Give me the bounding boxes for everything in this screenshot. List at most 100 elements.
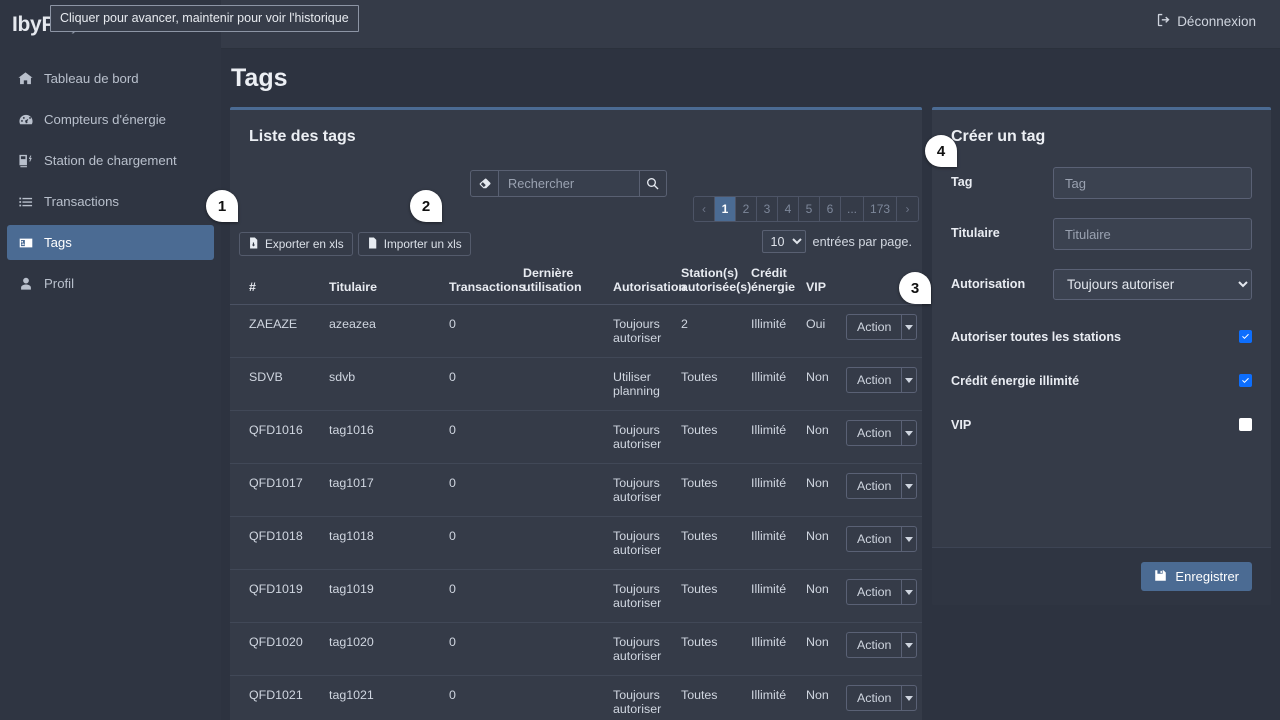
cell-id: QFD1019 (230, 569, 324, 623)
entries-per-page-select[interactable]: 10 25 50 100 (761, 230, 806, 253)
col-header-id: # (230, 262, 324, 305)
action-dropdown-toggle[interactable] (901, 579, 917, 605)
cell-credit: Illimité (746, 622, 801, 676)
cell-actions: Action (841, 622, 922, 676)
create-tag-card: Créer un tag Tag Titulaire Autorisation … (932, 107, 1271, 605)
cell-titulaire: tag1017 (324, 463, 444, 517)
table-row: ZAEAZE azeazea 0 Toujours autoriser 2 Illimit… (230, 304, 922, 358)
col-header-stations-autorisees: Station(s) autorisée(s) (676, 262, 751, 305)
sidebar-item-transactions[interactable]: Transactions (7, 184, 214, 219)
cell-actions: Action (841, 357, 922, 411)
list-icon (17, 195, 34, 209)
action-dropdown-toggle[interactable] (901, 685, 917, 711)
action-dropdown-toggle[interactable] (901, 632, 917, 658)
pagination-page-5[interactable]: 5 (799, 197, 820, 221)
action-button[interactable]: Action (846, 526, 902, 552)
pagination: ‹ 1 2 3 4 5 6 ... 173 › (693, 196, 920, 222)
chevron-down-icon (905, 324, 914, 330)
sidebar-item-tableau-de-bord[interactable]: Tableau de bord (7, 61, 214, 96)
action-dropdown-toggle[interactable] (901, 367, 917, 393)
xls-button-group: Exporter en xls Importer un xls (239, 232, 471, 256)
action-button[interactable]: Action (846, 420, 902, 446)
sidebar-item-tags[interactable]: Tags (7, 225, 214, 260)
pagination-page-3[interactable]: 3 (757, 197, 778, 221)
search-input[interactable] (499, 170, 639, 197)
step-badge-4: 4 (925, 135, 957, 167)
all-stations-checkbox[interactable] (1239, 330, 1252, 343)
field-row-unlimited-credit: Crédit énergie illimité (932, 372, 1271, 390)
save-button[interactable]: Enregistrer (1141, 562, 1252, 591)
action-dropdown-toggle[interactable] (901, 473, 917, 499)
sidebar-item-station-de-chargement[interactable]: Station de chargement (7, 143, 214, 178)
cell-transactions: 0 (444, 463, 518, 517)
field-row-tag: Tag (932, 167, 1271, 199)
col-header-transactions: Transactions (444, 262, 525, 305)
cell-stations: Toutes (676, 463, 746, 517)
sidebar: Tableau de bord Compteurs d'énergie Stat… (0, 49, 221, 720)
unlimited-credit-checkbox[interactable] (1239, 374, 1252, 387)
search-icon[interactable] (639, 170, 667, 197)
titulaire-input[interactable] (1053, 218, 1252, 250)
unlimited-credit-label: Crédit énergie illimité (951, 374, 1080, 388)
autorisation-label: Autorisation (951, 277, 1026, 291)
eraser-icon[interactable] (470, 170, 499, 197)
action-dropdown-toggle[interactable] (901, 314, 917, 340)
action-button[interactable]: Action (846, 367, 902, 393)
col-header-derniere-utilisation: Dernière utilisation (518, 262, 608, 305)
cell-titulaire: azeazea (324, 304, 444, 358)
cell-titulaire: sdvb (324, 357, 444, 411)
action-button[interactable]: Action (846, 579, 902, 605)
cell-stations: Toutes (676, 569, 746, 623)
pagination-next[interactable]: › (897, 197, 919, 221)
search-group (470, 170, 667, 197)
table-row: QFD1017 tag1017 0 Toujours autoriser Toutes I… (230, 463, 922, 517)
action-dropdown-toggle[interactable] (901, 420, 917, 446)
pagination-prev[interactable]: ‹ (694, 197, 715, 221)
cell-actions: Action (841, 569, 922, 623)
table-row: QFD1016 tag1016 0 Toujours autoriser Toutes I… (230, 410, 922, 464)
cell-id: ZAEAZE (230, 304, 324, 358)
cell-derniere-utilisation (518, 463, 608, 517)
pagination-page-2[interactable]: 2 (736, 197, 757, 221)
pagination-page-6[interactable]: 6 (820, 197, 841, 221)
sidebar-item-label: Tags (44, 235, 72, 250)
sidebar-item-compteurs-d-energie[interactable]: Compteurs d'énergie (7, 102, 214, 137)
cell-transactions: 0 (444, 357, 518, 411)
action-button-group: Action (846, 314, 917, 340)
action-button[interactable]: Action (846, 314, 902, 340)
pagination-page-1[interactable]: 1 (715, 197, 736, 221)
titulaire-label: Titulaire (951, 226, 1000, 240)
cell-autorisation: Toujours autoriser (608, 675, 676, 720)
logout-label: Déconnexion (1177, 14, 1256, 29)
action-button[interactable]: Action (846, 473, 902, 499)
vip-checkbox[interactable] (1239, 418, 1252, 431)
cell-transactions: 0 (444, 516, 518, 570)
logout-button[interactable]: Déconnexion (1157, 13, 1256, 30)
tag-input[interactable] (1053, 167, 1252, 199)
cell-credit: Illimité (746, 516, 801, 570)
cell-vip: Non (801, 516, 841, 570)
field-row-titulaire: Titulaire (932, 218, 1271, 250)
chevron-down-icon (905, 642, 914, 648)
cell-derniere-utilisation (518, 516, 608, 570)
cell-id: QFD1018 (230, 516, 324, 570)
export-xls-button[interactable]: Exporter en xls (239, 232, 353, 256)
cell-vip: Non (801, 463, 841, 517)
cell-stations: Toutes (676, 622, 746, 676)
autorisation-select[interactable]: Toujours autoriser Utiliser planning Ne … (1053, 269, 1252, 300)
cell-credit: Illimité (746, 410, 801, 464)
action-button[interactable]: Action (846, 632, 902, 658)
chevron-down-icon (905, 695, 914, 701)
cell-stations: 2 (676, 304, 746, 358)
pagination-page-4[interactable]: 4 (778, 197, 799, 221)
field-row-autorisation: Autorisation Toujours autoriser Utiliser… (932, 269, 1271, 300)
sidebar-item-profil[interactable]: Profil (7, 266, 214, 301)
cell-derniere-utilisation (518, 357, 608, 411)
action-button[interactable]: Action (846, 685, 902, 711)
import-xls-button[interactable]: Importer un xls (357, 232, 471, 256)
cell-stations: Toutes (676, 410, 746, 464)
all-stations-label: Autoriser toutes les stations (951, 330, 1122, 344)
action-dropdown-toggle[interactable] (901, 526, 917, 552)
action-button-group: Action (846, 579, 917, 605)
pagination-page-last[interactable]: 173 (864, 197, 898, 221)
